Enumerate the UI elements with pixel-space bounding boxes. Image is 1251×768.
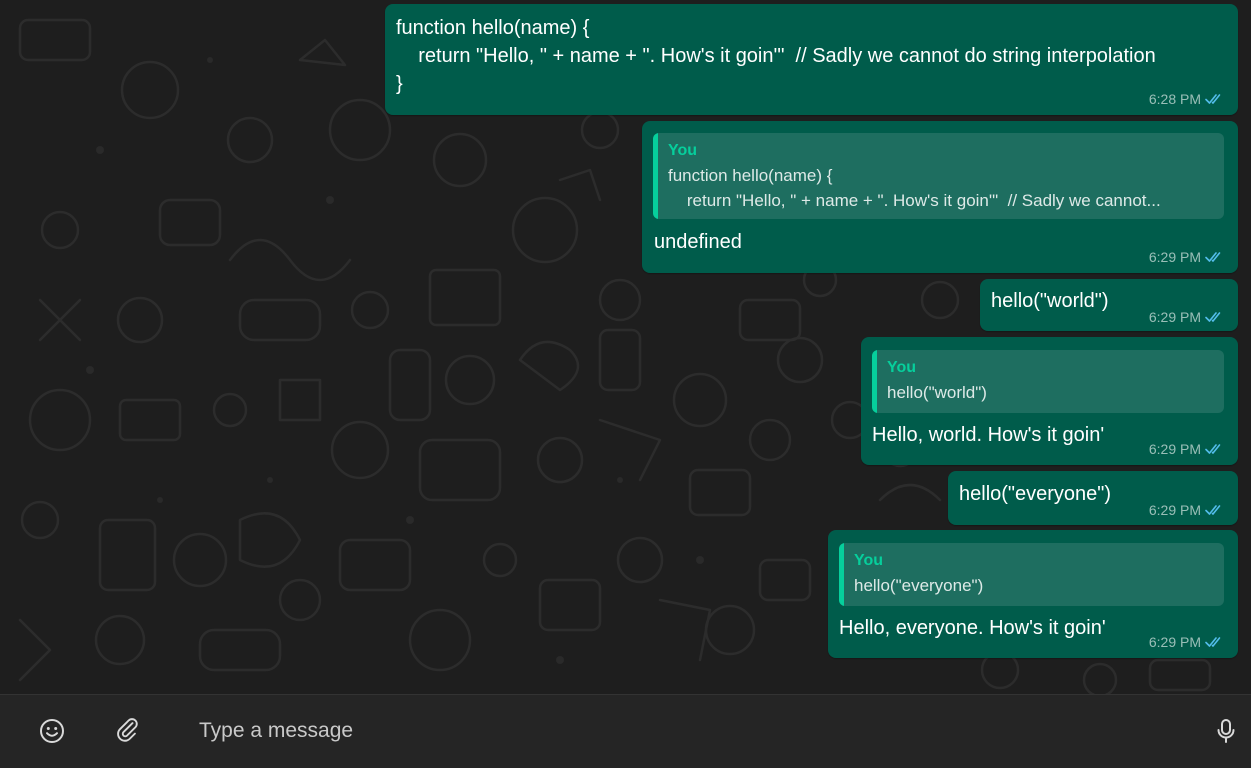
message-text: Hello, world. How's it goin' — [872, 424, 1105, 446]
quote-text: function hello(name) { return "Hello, " … — [668, 166, 1161, 210]
message-bubble[interactable]: You hello("world") Hello, world. How's i… — [861, 337, 1238, 465]
quote-accent-bar — [839, 543, 844, 606]
quote-text: hello("everyone") — [854, 576, 984, 595]
message-time: 6:29 PM — [1148, 502, 1201, 518]
compose-bar — [0, 694, 1251, 768]
message-text: hello("world") — [991, 290, 1109, 312]
quote-author: You — [854, 552, 884, 569]
message-bubble[interactable]: hello("world") 6:29 PM — [980, 279, 1238, 331]
attach-button[interactable] — [115, 717, 143, 745]
message-meta: 6:29 PM — [1149, 634, 1224, 650]
quote-accent-bar — [653, 133, 658, 219]
message-meta: 6:29 PM — [1149, 309, 1224, 325]
message-meta: 6:28 PM — [1149, 91, 1224, 107]
message-meta: 6:29 PM — [1149, 249, 1224, 265]
double-check-icon — [1205, 252, 1221, 262]
message-time: 6:29 PM — [1148, 249, 1201, 265]
double-check-icon — [1205, 312, 1221, 322]
chat-area[interactable]: function hello(name) { return "Hello, " … — [0, 0, 1251, 694]
paperclip-icon — [117, 718, 138, 742]
double-check-icon — [1205, 444, 1221, 454]
double-check-icon — [1205, 94, 1221, 104]
quote-accent-bar — [872, 350, 877, 413]
message-text: function hello(name) { return "Hello, " … — [396, 17, 1156, 95]
quote-author: You — [668, 142, 698, 159]
emoji-icon — [40, 719, 64, 743]
message-time: 6:29 PM — [1148, 634, 1201, 650]
message-bubble[interactable]: You hello("everyone") Hello, everyone. H… — [828, 530, 1238, 658]
quoted-message[interactable]: You hello("everyone") — [839, 543, 1224, 606]
double-check-icon — [1205, 505, 1221, 515]
quoted-message[interactable]: You function hello(name) { return "Hello… — [653, 133, 1224, 219]
message-bubble[interactable]: hello("everyone") 6:29 PM — [948, 471, 1238, 525]
message-bubble[interactable]: function hello(name) { return "Hello, " … — [385, 4, 1238, 115]
voice-message-button[interactable] — [1212, 717, 1240, 745]
message-bubble[interactable]: You function hello(name) { return "Hello… — [642, 121, 1238, 273]
chat-window: function hello(name) { return "Hello, " … — [0, 0, 1251, 768]
message-meta: 6:29 PM — [1149, 502, 1224, 518]
message-time: 6:29 PM — [1148, 441, 1201, 457]
message-time: 6:28 PM — [1148, 91, 1201, 107]
emoji-button[interactable] — [38, 717, 66, 745]
message-text: undefined — [654, 231, 742, 253]
message-meta: 6:29 PM — [1149, 441, 1224, 457]
message-time: 6:29 PM — [1148, 309, 1201, 325]
quote-text: hello("world") — [887, 383, 987, 402]
quote-author: You — [887, 359, 917, 376]
message-list: function hello(name) { return "Hello, " … — [0, 0, 1251, 694]
double-check-icon — [1205, 637, 1221, 647]
quoted-message[interactable]: You hello("world") — [872, 350, 1224, 413]
message-text: Hello, everyone. How's it goin' — [839, 617, 1106, 639]
microphone-icon — [1217, 719, 1235, 743]
message-input[interactable] — [186, 709, 1176, 753]
message-text: hello("everyone") — [959, 483, 1112, 505]
